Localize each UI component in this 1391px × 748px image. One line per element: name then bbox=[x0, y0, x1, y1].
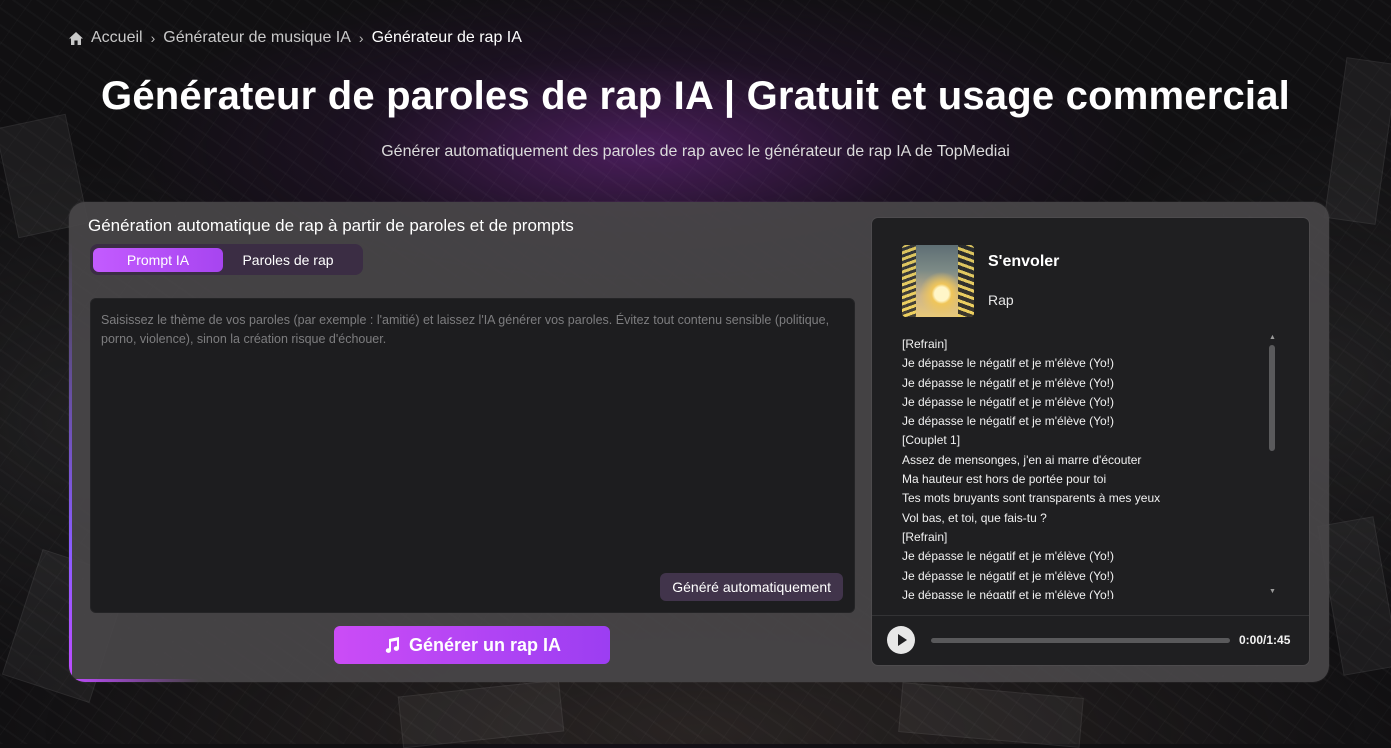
breadcrumb-item-music-generator[interactable]: Générateur de musique IA bbox=[163, 29, 351, 47]
scroll-down-arrow-icon[interactable]: ▼ bbox=[1269, 588, 1276, 595]
current-time: 0:00 bbox=[1239, 633, 1264, 647]
generator-panel: Génération automatique de rap à partir d… bbox=[69, 202, 1329, 682]
lyric-line: Je dépasse le négatif et je m'élève (Yo!… bbox=[902, 568, 1114, 583]
song-title: S'envoler bbox=[988, 253, 1060, 270]
lyric-line: [Refrain] bbox=[902, 529, 948, 544]
song-genre: Rap bbox=[988, 292, 1014, 308]
home-icon bbox=[69, 31, 83, 45]
lyrics-list[interactable]: [Refrain] Je dépasse le négatif et je m'… bbox=[902, 335, 1272, 599]
lyric-line: Je dépasse le négatif et je m'élève (Yo!… bbox=[902, 375, 1114, 390]
time-display: 0:00/1:45 bbox=[1239, 633, 1291, 647]
breadcrumb-current: Générateur de rap IA bbox=[371, 29, 522, 46]
lyric-line: Je dépasse le négatif et je m'élève (Yo!… bbox=[902, 414, 1114, 429]
breadcrumb-home-label: Accueil bbox=[91, 29, 143, 46]
page-title: Générateur de paroles de rap IA | Gratui… bbox=[101, 74, 1290, 118]
generate-rap-button[interactable]: Générer un rap IA bbox=[334, 626, 610, 664]
audio-controls: 0:00/1:45 bbox=[872, 616, 1309, 665]
album-cover bbox=[902, 245, 974, 317]
music-note-icon bbox=[385, 637, 399, 653]
breadcrumb: Accueil › Générateur de musique IA › Gén… bbox=[68, 28, 522, 48]
lyrics-scrollbar[interactable] bbox=[1269, 345, 1275, 451]
lyric-line: Ma hauteur est hors de portée pour toi bbox=[902, 472, 1107, 487]
lyric-line: Assez de mensonges, j'en ai marre d'écou… bbox=[902, 452, 1142, 467]
progress-bar[interactable] bbox=[931, 638, 1230, 643]
background-shard bbox=[898, 682, 1084, 748]
panel-heading: Génération automatique de rap à partir d… bbox=[88, 216, 574, 235]
lyric-line: Je dépasse le négatif et je m'élève (Yo!… bbox=[902, 356, 1114, 371]
play-icon[interactable] bbox=[887, 626, 915, 654]
chevron-right-icon: › bbox=[358, 30, 364, 46]
lyric-line: Je dépasse le négatif et je m'élève (Yo!… bbox=[902, 549, 1114, 564]
prompt-input[interactable] bbox=[90, 298, 855, 568]
scroll-up-arrow-icon[interactable]: ▲ bbox=[1269, 334, 1276, 341]
generate-rap-button-label: Générer un rap IA bbox=[408, 634, 562, 655]
tab-paroles-de-rap[interactable]: Paroles de rap bbox=[223, 248, 353, 272]
lyric-line: [Refrain] bbox=[902, 337, 948, 351]
chevron-right-icon: › bbox=[150, 30, 156, 46]
duration: 1:45 bbox=[1266, 633, 1291, 647]
lyric-line: Je dépasse le négatif et je m'élève (Yo!… bbox=[902, 587, 1114, 599]
auto-generate-button[interactable]: Généré automatiquement bbox=[660, 573, 843, 601]
prompt-box: Généré automatiquement bbox=[90, 298, 855, 613]
lyric-line: Tes mots bruyants sont transparents à me… bbox=[902, 491, 1161, 506]
page-subtitle: Générer automatiquement des paroles de r… bbox=[381, 143, 1010, 160]
lyric-line: Je dépasse le négatif et je m'élève (Yo!… bbox=[902, 394, 1114, 409]
lyric-line: [Couplet 1] bbox=[902, 433, 961, 448]
song-player-card: S'envoler Rap [Refrain] Je dépasse le né… bbox=[872, 218, 1309, 665]
background-shard bbox=[397, 679, 565, 748]
breadcrumb-home[interactable]: Accueil bbox=[68, 29, 143, 47]
tab-prompt-ia[interactable]: Prompt IA bbox=[93, 247, 223, 272]
lyric-line: Vol bas, et toi, que fais-tu ? bbox=[902, 510, 1047, 525]
mode-tabs: Prompt IA Paroles de rap bbox=[90, 244, 363, 275]
